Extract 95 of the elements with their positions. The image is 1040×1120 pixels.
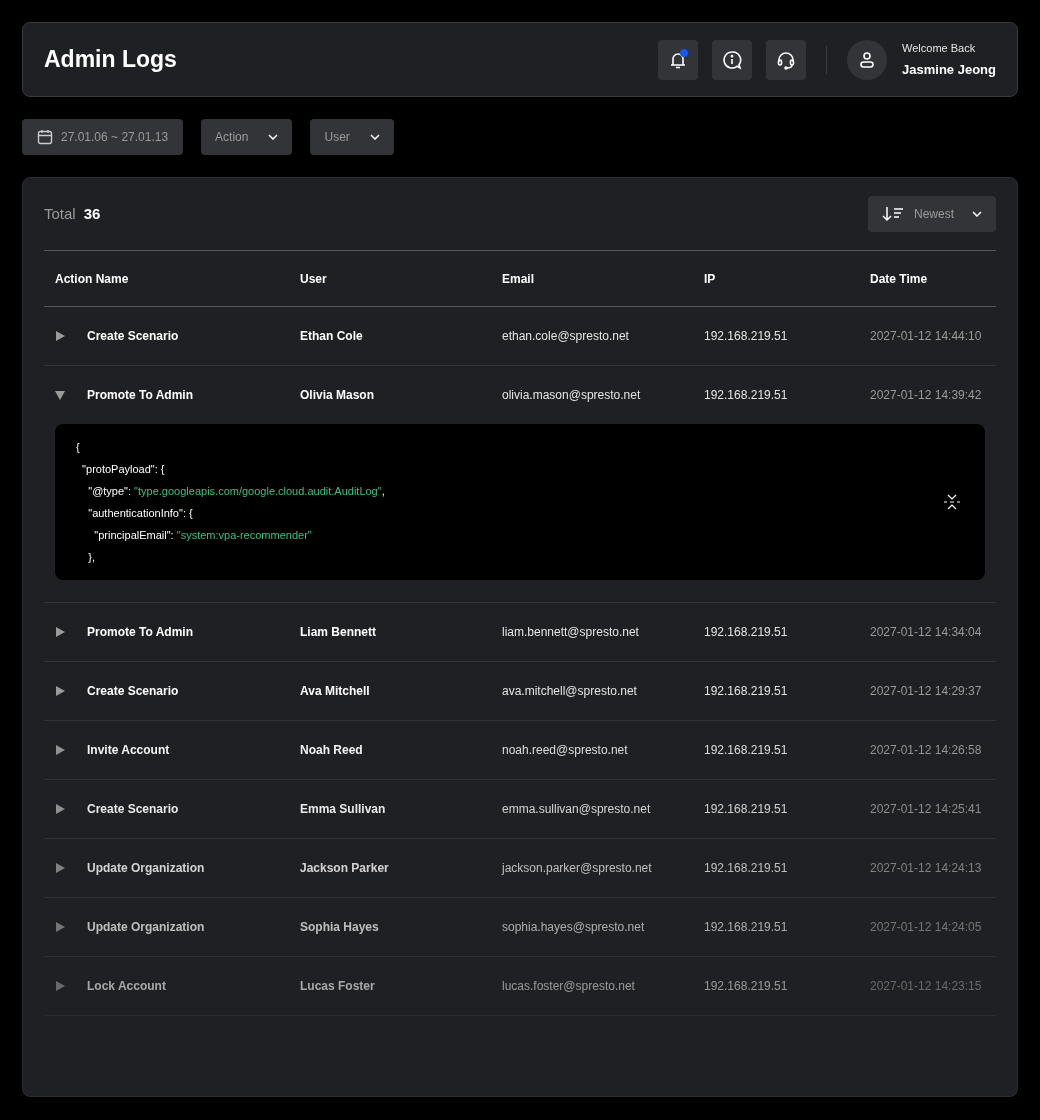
date-time-cell-text: 2027-01-12 14:25:41: [870, 801, 983, 818]
column-header[interactable]: IP: [704, 269, 870, 288]
date-time-cell-text: 2027-01-12 14:39:42: [870, 387, 983, 404]
date-range-button[interactable]: 27.01.06 ~ 27.01.13: [22, 119, 184, 155]
user-cell-text: Lucas Foster: [300, 978, 376, 995]
collapse-button[interactable]: [943, 493, 961, 511]
user-name: Jasmine Jeong: [902, 60, 996, 79]
email-cell-text: noah.reed@spresto.net: [502, 742, 629, 759]
column-header[interactable]: User: [300, 269, 502, 288]
expand-toggle[interactable]: [55, 745, 65, 755]
date-time-cell-text: 2027-01-12 14:29:37: [870, 683, 983, 700]
code-line: {: [76, 440, 81, 455]
ip-cell-text: 192.168.219.51: [704, 860, 789, 877]
triangle-down-icon: [55, 390, 65, 400]
chevron-down-icon: [972, 211, 982, 217]
expand-toggle[interactable]: [55, 981, 65, 991]
expand-toggle[interactable]: [55, 686, 65, 696]
code-line: "protoPayload": {: [81, 462, 166, 477]
column-header[interactable]: Email: [502, 269, 704, 288]
expand-toggle[interactable]: [55, 627, 65, 637]
chevron-down-icon: [268, 134, 279, 140]
sort-icon: [882, 206, 904, 222]
triangle-right-icon: [55, 863, 65, 873]
calendar-icon: [37, 129, 53, 145]
action-name: Update Organization: [87, 919, 205, 936]
filter-dropdown[interactable]: User: [310, 119, 394, 155]
email-cell-text: emma.sullivan@spresto.net: [502, 801, 652, 818]
user-cell-text: Noah Reed: [300, 742, 364, 759]
date-time-cell-text: 2027-01-12 14:24:05: [870, 919, 983, 936]
headset-icon: [776, 49, 797, 70]
ip-cell-text: 192.168.219.51: [704, 978, 789, 995]
action-name: Invite Account: [87, 742, 170, 759]
email-cell-text: ethan.cole@spresto.net: [502, 328, 630, 345]
action-name: Promote To Admin: [87, 624, 193, 641]
welcome-text: Welcome Back: [902, 41, 977, 56]
action-name: Update Organization: [87, 860, 205, 877]
code-line: "@type": "type.googleapis.com/google.cloud.audit.AuditLog",: [87, 484, 385, 499]
page-title: Admin Logs: [44, 45, 177, 75]
notification-button[interactable]: [658, 39, 699, 80]
user-cell-text: Jackson Parker: [300, 860, 390, 877]
info-button[interactable]: [712, 39, 753, 80]
ip-cell-text: 192.168.219.51: [704, 742, 789, 759]
action-name: Create Scenario: [87, 328, 179, 345]
expand-toggle[interactable]: [55, 863, 65, 873]
date-time-cell-text: 2027-01-12 14:24:13: [870, 860, 983, 877]
action-name: Lock Account: [87, 978, 166, 995]
email-cell-text: sophia.hayes@spresto.net: [502, 919, 646, 936]
triangle-right-icon: [55, 981, 65, 991]
action-name: Create Scenario: [87, 801, 179, 818]
expand-toggle[interactable]: [55, 331, 65, 341]
date-time-cell-text: 2027-01-12 14:26:58: [870, 742, 983, 759]
ip-cell-text: 192.168.219.51: [704, 328, 789, 345]
chevron-down-icon: [369, 134, 380, 140]
triangle-right-icon: [55, 686, 65, 696]
support-button[interactable]: [766, 39, 807, 80]
total-count: 36: [83, 203, 101, 224]
sort-dropdown[interactable]: Newest: [868, 196, 996, 232]
collapse-icon: [943, 493, 961, 511]
triangle-right-icon: [55, 331, 65, 341]
ip-cell-text: 192.168.219.51: [704, 683, 789, 700]
triangle-right-icon: [55, 745, 65, 755]
column-header[interactable]: Date Time: [870, 269, 996, 288]
user-cell-text: Ava Mitchell: [300, 683, 371, 700]
expand-toggle[interactable]: [55, 804, 65, 814]
ip-cell-text: 192.168.219.51: [704, 387, 789, 404]
email-cell-text: liam.bennett@spresto.net: [502, 624, 640, 641]
column-header[interactable]: Action Name: [55, 269, 300, 288]
expand-toggle[interactable]: [55, 390, 65, 400]
ip-cell-text: 192.168.219.51: [704, 919, 789, 936]
email-cell-text: lucas.foster@spresto.net: [502, 978, 636, 995]
ip-cell-text: 192.168.219.51: [704, 801, 789, 818]
date-time-cell-text: 2027-01-12 14:44:10: [870, 328, 983, 345]
triangle-right-icon: [55, 804, 65, 814]
user-cell-text: Ethan Cole: [300, 328, 364, 345]
action-name: Create Scenario: [87, 683, 179, 700]
email-cell-text: jackson.parker@spresto.net: [502, 860, 653, 877]
code-line: "authenticationInfo": {: [87, 506, 194, 521]
user-cell-text: Liam Bennett: [300, 624, 377, 641]
email-cell-text: olivia.mason@spresto.net: [502, 387, 642, 404]
user-cell-text: Sophia Hayes: [300, 919, 380, 936]
user-cell-text: Olivia Mason: [300, 387, 376, 404]
total-label: Total: [44, 203, 76, 224]
filter-dropdown[interactable]: Action: [201, 119, 293, 155]
triangle-right-icon: [55, 922, 65, 932]
action-name: Promote To Admin: [87, 387, 193, 404]
code-line: "principalEmail": "system:vpa-recommender": [93, 528, 313, 543]
code-line: },: [87, 550, 96, 565]
date-time-cell-text: 2027-01-12 14:34:04: [870, 624, 983, 641]
expand-toggle[interactable]: [55, 922, 65, 932]
email-cell-text: ava.mitchell@spresto.net: [502, 683, 638, 700]
ip-cell-text: 192.168.219.51: [704, 624, 789, 641]
triangle-right-icon: [55, 627, 65, 637]
date-time-cell-text: 2027-01-12 14:23:15: [870, 978, 983, 995]
user-cell-text: Emma Sullivan: [300, 801, 387, 818]
info-bubble-icon: [722, 49, 743, 70]
